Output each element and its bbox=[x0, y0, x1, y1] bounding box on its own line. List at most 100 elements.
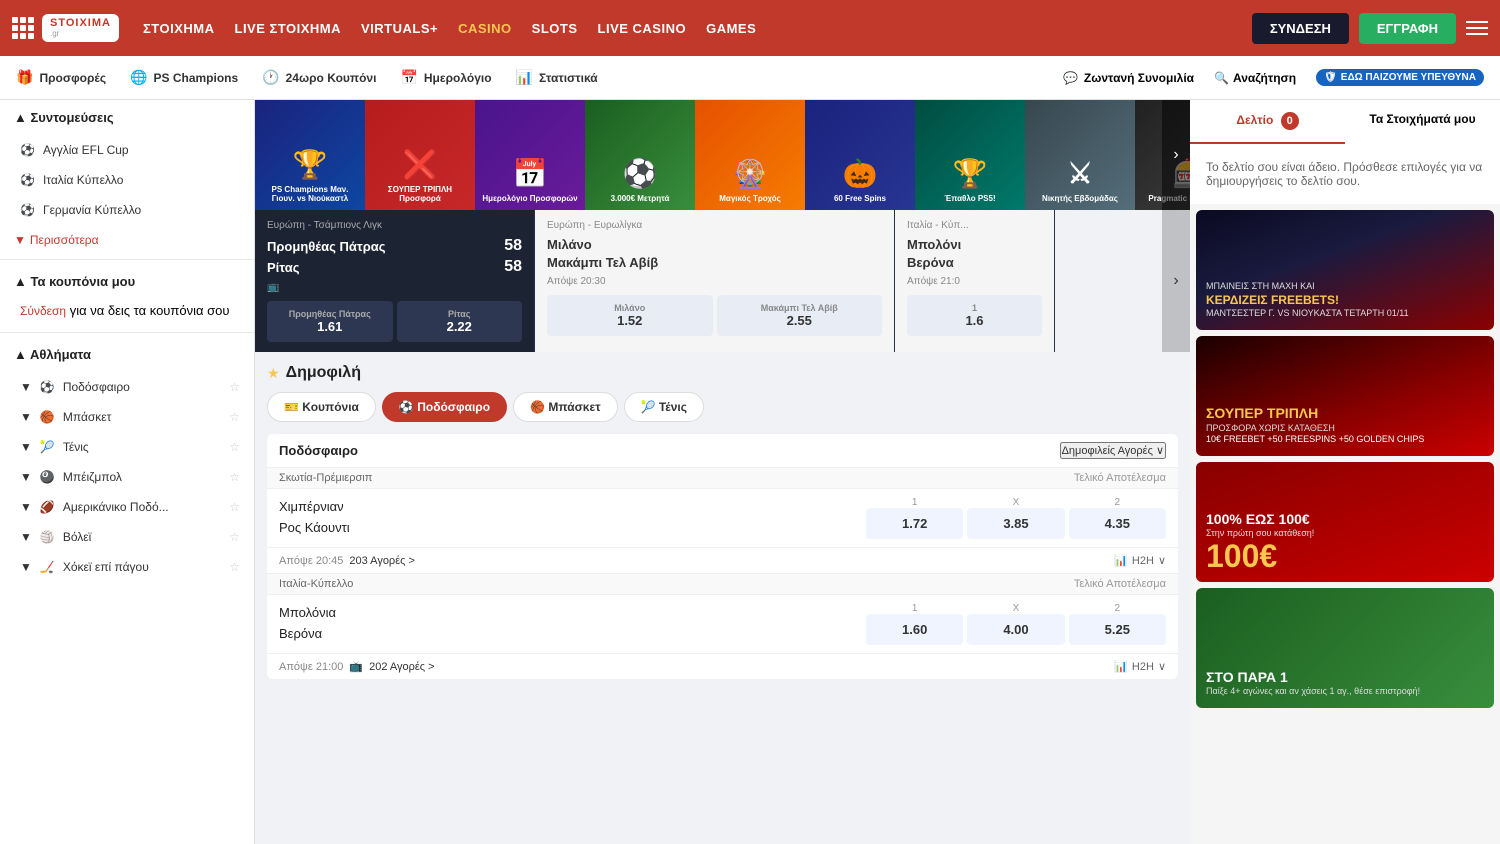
chevron-down-icon: ▼ bbox=[14, 233, 26, 247]
sidebar-sport-football[interactable]: ▼ ⚽ Ποδόσφαιρο ☆ bbox=[0, 372, 254, 402]
nav-virtuals[interactable]: VIRTUALS+ bbox=[361, 21, 438, 36]
odd-btn-promitheas[interactable]: Προμηθέας Πάτρας 1.61 bbox=[267, 301, 393, 342]
favorite-star-4[interactable]: ☆ bbox=[229, 470, 240, 484]
favorite-star-3[interactable]: ☆ bbox=[229, 440, 240, 454]
right-panel: Δελτίο 0 Τα Στοιχήματά μου Το δελτίο σου… bbox=[1190, 100, 1500, 844]
sidebar-sport-baseball[interactable]: ▼ 🎱 Μπέιζμπολ ☆ bbox=[0, 462, 254, 492]
odd-btn-bologna[interactable]: 1 1.6 bbox=[907, 295, 1042, 336]
h2h-btn-2[interactable]: 📊 H2H ∨ bbox=[1114, 660, 1166, 673]
sidebar-sport-hockey[interactable]: ▼ 🏒 Χόκεϊ επί πάγου ☆ bbox=[0, 552, 254, 582]
sports-section-header[interactable]: ▲ Αθλήματα bbox=[0, 337, 254, 372]
right-banner-ps-champions[interactable]: ΜΠΑΙΝΕΙΣ ΣΤΗ ΜΑΧΗ ΚΑΙ ΚΕΡΔΙΖΕΙΣ FREEBETS… bbox=[1196, 210, 1494, 330]
markets-link-1[interactable]: 203 Αγορές > bbox=[349, 555, 415, 567]
football-icon: ⚽ bbox=[20, 143, 35, 157]
promo-card-ps5[interactable]: 🏆 Έπαθλο PS5! bbox=[915, 100, 1025, 210]
more-shortcuts-link[interactable]: ▼ Περισσότερα bbox=[0, 225, 254, 255]
favorite-star-2[interactable]: ☆ bbox=[229, 410, 240, 424]
nav-slots[interactable]: SLOTS bbox=[532, 21, 578, 36]
my-bets-tab[interactable]: Τα Στοιχήματά μου bbox=[1345, 100, 1500, 144]
promo-card-winner[interactable]: ⚔ Νικητής Εβδομάδας bbox=[1025, 100, 1135, 210]
hockey-icon: 🏒 bbox=[40, 560, 55, 574]
match-league-3: Ιταλία - Κύπ... bbox=[907, 220, 1042, 231]
live-match-promitheas[interactable]: Ευρώπη - Τσάμπιονς Λιγκ Προμηθέας Πάτρας… bbox=[255, 210, 535, 352]
grid-icon[interactable] bbox=[12, 17, 34, 39]
live-match-milano[interactable]: Ευρώπη - Ευρωλίγκα Μιλάνο Μακάμπι Τελ Αβ… bbox=[535, 210, 895, 352]
nav-live-stoixima[interactable]: LIVE ΣΤΟΙΧΗΜΑ bbox=[235, 21, 342, 36]
tab-coupons[interactable]: 🎫 Κουπόνια bbox=[267, 392, 376, 422]
chevron-down-icon: ▼ bbox=[20, 410, 32, 424]
promo-card-calendar[interactable]: 📅 Ημερολόγιο Προσφορών bbox=[475, 100, 585, 210]
chevron-down-icon: ▼ bbox=[20, 470, 32, 484]
shortcuts-section-header[interactable]: ▲ Συντομεύσεις bbox=[0, 100, 254, 135]
odd-btn-ritas[interactable]: Ρίτας 2.22 bbox=[397, 301, 523, 342]
odd2-col-1: 1 1.60 bbox=[866, 603, 963, 645]
sidebar-sport-tennis[interactable]: ▼ 🎾 Τένις ☆ bbox=[0, 432, 254, 462]
odd2-col-x: Χ 4.00 bbox=[967, 603, 1064, 645]
markets-link-2[interactable]: 202 Αγορές > bbox=[369, 661, 435, 673]
odd-1-2[interactable]: 4.35 bbox=[1069, 508, 1166, 539]
favorite-star-7[interactable]: ☆ bbox=[229, 560, 240, 574]
sidebar-sport-basketball[interactable]: ▼ 🏀 Μπάσκετ ☆ bbox=[0, 402, 254, 432]
nav-ps-champions[interactable]: 🌐 PS Champions bbox=[130, 69, 238, 86]
league-label-scotland: Σκωτία-Πρέμιερσιπ Τελικό Αποτέλεσμα bbox=[267, 467, 1178, 488]
responsible-icon: 🛡 bbox=[1324, 72, 1337, 83]
promo-cards-row: 🏆 PS Champions Μαν. Γιουν. vs Νιούκαστλ … bbox=[255, 100, 1190, 210]
favorite-star-5[interactable]: ☆ bbox=[229, 500, 240, 514]
tab-football[interactable]: ⚽ Ποδόσφαιρο bbox=[382, 392, 507, 422]
sidebar-sport-volleyball[interactable]: ▼ 🏐 Βόλεϊ ☆ bbox=[0, 522, 254, 552]
nav-calendar[interactable]: 📅 Ημερολόγιο bbox=[400, 69, 491, 86]
promo-card-ps-champions[interactable]: 🏆 PS Champions Μαν. Γιουν. vs Νιούκαστλ bbox=[255, 100, 365, 210]
sidebar-item-italy-cup[interactable]: ⚽ Ιταλία Κύπελλο bbox=[0, 165, 254, 195]
odd-2-2[interactable]: 5.25 bbox=[1069, 614, 1166, 645]
promo-card-freespins[interactable]: 🎃 60 Free Spins bbox=[805, 100, 915, 210]
sidebar-item-germany-cup[interactable]: ⚽ Γερμανία Κύπελλο bbox=[0, 195, 254, 225]
logo-area: STOIXIMA .gr bbox=[12, 14, 119, 42]
right-banner-bonus[interactable]: 100% ΕΩΣ 100€ Στην πρώτη σου κατάθεση! 1… bbox=[1196, 462, 1494, 582]
odd-2-x[interactable]: 4.00 bbox=[967, 614, 1064, 645]
match-info-1: Χιμπέρνιαν Ρος Κάουντι bbox=[279, 497, 866, 539]
hamburger-menu[interactable] bbox=[1466, 21, 1488, 35]
nav-games[interactable]: GAMES bbox=[706, 21, 756, 36]
promo-icon-7: 🏆 bbox=[953, 157, 988, 190]
sidebar-sport-american-football[interactable]: ▼ 🏈 Αμερικάνικο Ποδό... ☆ bbox=[0, 492, 254, 522]
coupons-section-header[interactable]: ▲ Τα κουπόνια μου bbox=[0, 264, 254, 299]
nav-stoixima[interactable]: ΣΤΟΙΧΗΜΑ bbox=[143, 21, 215, 36]
odd-btn-milano[interactable]: Μιλάνο 1.52 bbox=[547, 295, 713, 336]
bet-badge: 0 bbox=[1281, 112, 1299, 130]
coupons-login-link[interactable]: Σύνδεση bbox=[20, 304, 66, 318]
popular-markets-btn[interactable]: Δημοφιλείς Αγορές ∨ bbox=[1060, 442, 1166, 459]
betslip-tab[interactable]: Δελτίο 0 bbox=[1190, 100, 1345, 144]
favorite-star[interactable]: ☆ bbox=[229, 380, 240, 394]
promo-card-cash[interactable]: ⚽ 3.000€ Μετρητά bbox=[585, 100, 695, 210]
odd-col-2: 2 4.35 bbox=[1069, 497, 1166, 539]
nav-live-casino[interactable]: LIVE CASINO bbox=[598, 21, 687, 36]
promo-card-triple[interactable]: ❌ ΣΟΥΠΕΡ ΤΡΙΠΛΗ Προσφορά bbox=[365, 100, 475, 210]
odd-2-1[interactable]: 1.60 bbox=[866, 614, 963, 645]
promo-scroll-right[interactable]: › bbox=[1162, 100, 1190, 210]
live-scroll-right[interactable]: › bbox=[1162, 210, 1190, 352]
nav-offers[interactable]: 🎁 Προσφορές bbox=[16, 69, 106, 86]
favorite-star-6[interactable]: ☆ bbox=[229, 530, 240, 544]
live-match-bologna[interactable]: Ιταλία - Κύπ... Μπολόνι Βερόνα Απόψε 21:… bbox=[895, 210, 1055, 352]
search-btn[interactable]: 🔍 Αναζήτηση bbox=[1214, 71, 1296, 85]
login-button[interactable]: ΣΥΝΔΕΣΗ bbox=[1252, 13, 1349, 44]
tab-tennis[interactable]: 🎾 Τένις bbox=[624, 392, 704, 422]
h2h-btn-1[interactable]: 📊 H2H ∨ bbox=[1114, 554, 1166, 567]
sidebar-item-efl[interactable]: ⚽ Αγγλία EFL Cup bbox=[0, 135, 254, 165]
promo-card-wheel[interactable]: 🎡 Μαγικός Τροχός bbox=[695, 100, 805, 210]
odd-btn-maccabi[interactable]: Μακάμπι Τελ Αβίβ 2.55 bbox=[717, 295, 883, 336]
live-chat-btn[interactable]: 💬 Ζωντανή Συνομιλία bbox=[1063, 71, 1194, 85]
right-banner-super-triple[interactable]: ΣΟΥΠΕΡ ΤΡΙΠΛΗ ΠΡΟΣΦΟΡΑ ΧΩΡΙΣ ΚΑΤΑΘΕΣΗ 10… bbox=[1196, 336, 1494, 456]
nav-statistics[interactable]: 📊 Στατιστικά bbox=[516, 69, 598, 86]
tab-basketball[interactable]: 🏀 Μπάσκετ bbox=[513, 392, 617, 422]
register-button[interactable]: ΕΓΓΡΑΦΗ bbox=[1359, 13, 1456, 44]
odd-1-1[interactable]: 1.72 bbox=[866, 508, 963, 539]
responsible-gaming-badge[interactable]: 🛡 ΕΔΩ ΠΑΙΖΟΥΜΕ ΥΠΕΥΘΥΝΑ bbox=[1316, 69, 1484, 86]
nav-24h-coupon[interactable]: 🕐 24ωρο Κουπόνι bbox=[262, 69, 376, 86]
calendar-icon: 📅 bbox=[400, 69, 417, 86]
odd-1-x[interactable]: 3.85 bbox=[967, 508, 1064, 539]
right-banner-para1[interactable]: ΣΤΟ ΠΑΡΑ 1 Παίξε 4+ αγώνες και αν χάσεις… bbox=[1196, 588, 1494, 708]
nav-casino[interactable]: CASINO bbox=[458, 21, 512, 36]
logo[interactable]: STOIXIMA .gr bbox=[42, 14, 119, 42]
clock-icon: 🕐 bbox=[262, 69, 279, 86]
